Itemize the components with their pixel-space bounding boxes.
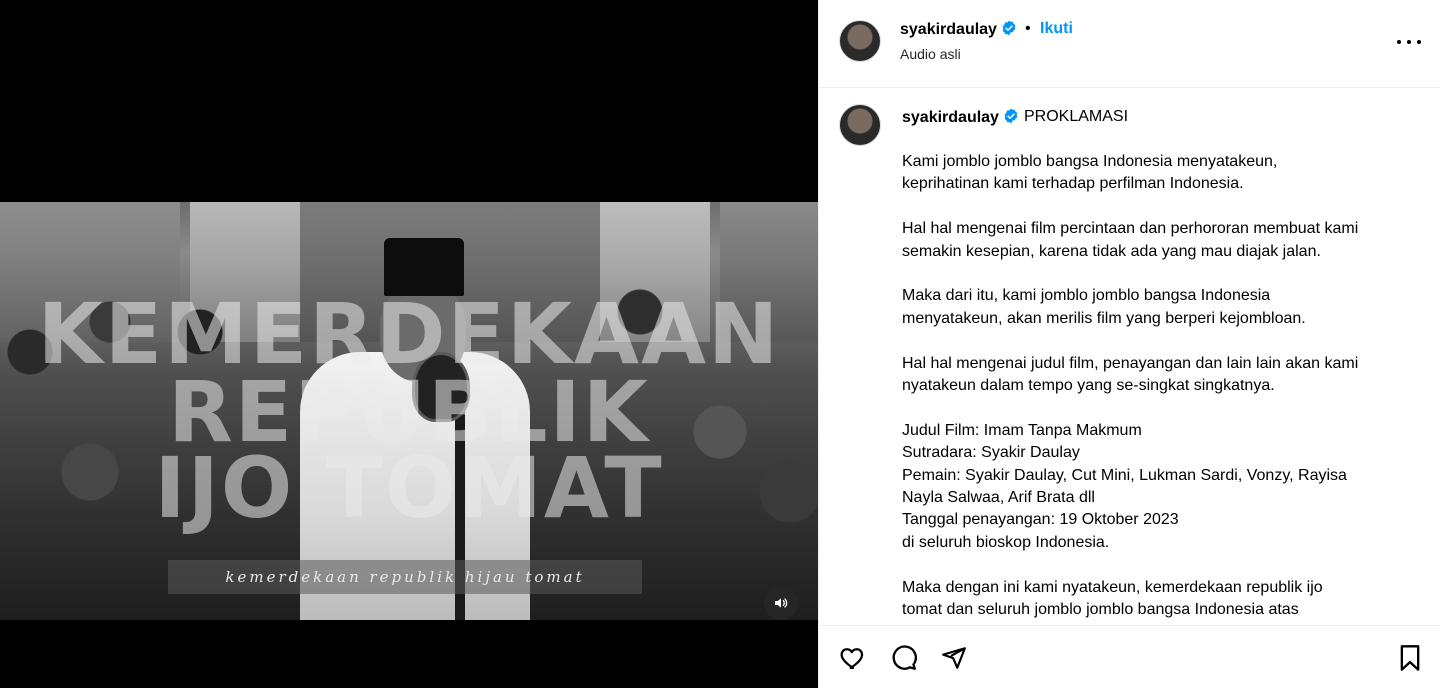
caption-line: Nayla Salwaa, Arif Brata dll bbox=[902, 489, 1095, 507]
action-bar bbox=[819, 625, 1440, 688]
comment-icon bbox=[892, 645, 917, 670]
caption-paragraph: Judul Film: Imam Tanpa Makmum Sutradara: … bbox=[902, 420, 1417, 554]
caption-paragraph: Maka dengan ini kami nyatakeun, kemerdek… bbox=[902, 577, 1417, 622]
caption-line: Judul Film: Imam Tanpa Makmum bbox=[902, 421, 1142, 439]
caption-line: Pemain: Syakir Daulay, Cut Mini, Lukman … bbox=[902, 466, 1347, 484]
header-username[interactable]: syakirdaulay bbox=[900, 20, 1017, 39]
caption-paragraph: Kami jomblo jomblo bangsa Indonesia meny… bbox=[902, 151, 1417, 196]
caption-line: tomat dan seluruh jomblo jomblo bangsa I… bbox=[902, 601, 1299, 619]
verified-icon bbox=[1003, 108, 1019, 124]
caption-text: Kami jomblo jomblo bangsa Indonesia meny… bbox=[902, 151, 1417, 625]
avatar[interactable] bbox=[839, 20, 881, 62]
separator-dot: • bbox=[1025, 20, 1031, 37]
username-text[interactable]: syakirdaulay bbox=[900, 21, 997, 38]
caption-line: Hal hal mengenai judul film, penayangan … bbox=[902, 354, 1359, 372]
caption-line: keprihatinan kami terhadap perfilman Ind… bbox=[902, 175, 1244, 193]
caption-line: nyatakeun dalam tempo yang se-singkat si… bbox=[902, 377, 1275, 395]
caption-avatar[interactable] bbox=[839, 104, 881, 146]
follow-button[interactable]: Ikuti bbox=[1040, 20, 1073, 38]
caption-line: Kami jomblo jomblo bangsa Indonesia meny… bbox=[902, 153, 1278, 170]
caption-line: Hal hal mengenai film percintaan dan per… bbox=[902, 220, 1359, 238]
like-button[interactable] bbox=[838, 643, 868, 673]
caption-line: Maka dari itu, kami jomblo jomblo bangsa… bbox=[902, 287, 1271, 305]
video-subtitle: kemerdekaan republik hijau tomat bbox=[168, 560, 642, 594]
bookmark-icon bbox=[1400, 645, 1420, 671]
caption-line: semakin kesepian, karena tidak ada yang … bbox=[902, 242, 1321, 260]
caption-line: Sutradara: Syakir Daulay bbox=[902, 444, 1080, 462]
caption-paragraph: Hal hal mengenai film percintaan dan per… bbox=[902, 218, 1417, 263]
post-panel: syakirdaulay • Ikuti Audio asli syakirda… bbox=[818, 0, 1440, 688]
save-button[interactable] bbox=[1395, 643, 1425, 673]
video-frame[interactable]: KEMERDEKAAN REPUBLIK IJO TOMAT kemerdeka… bbox=[0, 202, 818, 620]
audio-label[interactable]: Audio asli bbox=[900, 46, 961, 62]
mute-button[interactable] bbox=[764, 586, 798, 620]
caption-line: Maka dengan ini kami nyatakeun, kemerdek… bbox=[902, 578, 1323, 596]
comment-button[interactable] bbox=[889, 643, 919, 673]
caption-username[interactable]: syakirdaulay bbox=[902, 108, 1019, 127]
post-header: syakirdaulay • Ikuti Audio asli bbox=[819, 0, 1440, 88]
caption-line: di seluruh bioskop Indonesia. bbox=[902, 533, 1110, 551]
speaker-icon bbox=[775, 598, 788, 608]
share-icon bbox=[942, 647, 966, 669]
caption-paragraph: Hal hal mengenai judul film, penayangan … bbox=[902, 353, 1417, 398]
caption-line: Tanggal penayangan: 19 Oktober 2023 bbox=[902, 511, 1179, 529]
caption-section: syakirdaulay PROKLAMASI Kami jomblo jomb… bbox=[819, 88, 1440, 625]
heart-icon bbox=[840, 648, 864, 670]
more-icon bbox=[1397, 40, 1401, 44]
post-viewer: KEMERDEKAAN REPUBLIK IJO TOMAT kemerdeka… bbox=[0, 0, 1440, 688]
caption-title: PROKLAMASI bbox=[1024, 108, 1129, 125]
video-overlay-title-line3: IJO TOMAT bbox=[154, 439, 664, 537]
more-options-button[interactable] bbox=[1397, 30, 1421, 54]
caption-line: menyatakeun, akan merilis film yang berp… bbox=[902, 309, 1306, 327]
video-player[interactable]: KEMERDEKAAN REPUBLIK IJO TOMAT kemerdeka… bbox=[0, 0, 818, 688]
share-button[interactable] bbox=[939, 643, 969, 673]
verified-icon bbox=[1001, 20, 1017, 36]
caption-paragraph: Maka dari itu, kami jomblo jomblo bangsa… bbox=[902, 285, 1417, 330]
